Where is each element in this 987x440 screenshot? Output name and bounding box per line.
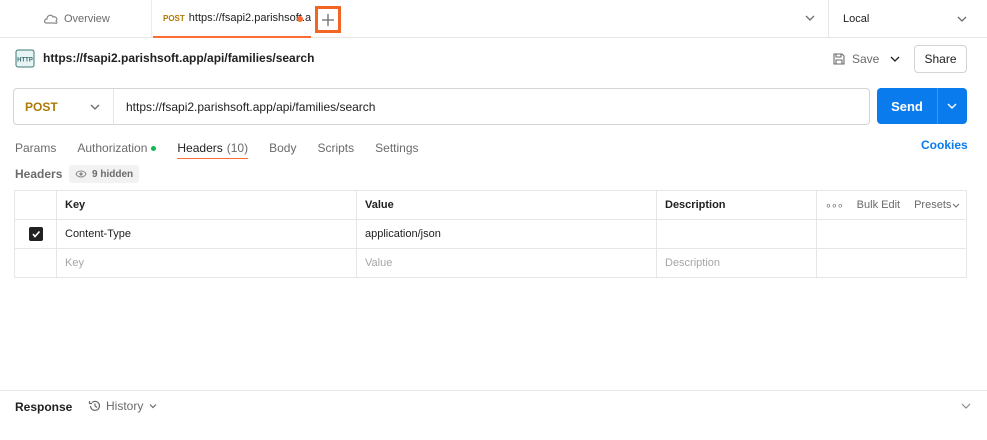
tab-overview[interactable]: Overview <box>0 0 152 38</box>
tab-headers[interactable]: Headers (10) <box>177 137 249 159</box>
environment-select[interactable]: Local <box>828 0 987 38</box>
overview-icon <box>44 14 58 24</box>
row-value-field[interactable]: application/json <box>356 220 656 248</box>
tab-body-label: Body <box>269 141 297 155</box>
history-button[interactable]: History <box>88 399 163 413</box>
row-key-field[interactable]: Content-Type <box>56 220 356 248</box>
row-tools-cell <box>816 220 966 248</box>
tab-settings[interactable]: Settings <box>375 137 418 159</box>
table-row-new: Key Value Description <box>15 249 966 278</box>
tab-method: POST <box>163 13 185 23</box>
hidden-headers-toggle[interactable]: 9 hidden <box>69 165 140 183</box>
presets-button[interactable]: Presets <box>914 199 961 211</box>
response-collapse-chevron-icon[interactable] <box>959 399 973 413</box>
tab-authorization-label: Authorization <box>77 141 148 155</box>
tab-authorization[interactable]: Authorization <box>77 137 157 159</box>
url-bar: POST https://fsapi2.parishsoft.app/api/f… <box>13 88 870 125</box>
unsaved-dot-icon <box>297 16 303 22</box>
response-bar: Response History <box>0 390 987 421</box>
bulk-edit-button[interactable]: Bulk Edit <box>857 199 900 211</box>
table-row: Content-Type application/json <box>15 220 966 249</box>
new-row-check-cell <box>15 249 56 277</box>
headers-section-title: Headers <box>15 167 63 181</box>
tab-body[interactable]: Body <box>269 137 296 159</box>
table-header-row: Key Value Description ∘∘∘ Bulk Edit Pres… <box>15 191 966 220</box>
request-title[interactable]: https://fsapi2.parishsoft.app/api/famili… <box>43 51 314 65</box>
http-icon: HTTP <box>15 49 35 68</box>
headers-table: Key Value Description ∘∘∘ Bulk Edit Pres… <box>14 190 967 278</box>
presets-label: Presets <box>914 199 952 211</box>
svg-text:HTTP: HTTP <box>17 58 33 64</box>
save-button[interactable]: Save <box>832 48 879 70</box>
plus-icon <box>322 13 334 26</box>
method-label: POST <box>25 99 58 114</box>
hidden-headers-label: 9 hidden <box>92 168 134 180</box>
tab-bar: Overview POST https://fsapi2.parishsoft.… <box>0 0 987 38</box>
url-input[interactable]: https://fsapi2.parishsoft.app/api/famili… <box>126 89 375 124</box>
tabs-menu-chevron-icon[interactable] <box>803 11 817 25</box>
new-description-input[interactable]: Description <box>656 249 816 277</box>
save-icon <box>833 53 845 65</box>
header-check-cell <box>15 191 56 219</box>
tab-settings-label: Settings <box>375 141 419 155</box>
tab-request[interactable]: POST https://fsapi2.parishsoft.app/api/f… <box>153 0 311 38</box>
response-label[interactable]: Response <box>15 400 72 414</box>
checkmark-icon <box>31 230 40 238</box>
cookies-link[interactable]: Cookies <box>921 138 968 152</box>
row-check-cell <box>15 220 56 248</box>
auth-status-dot-icon <box>151 145 157 151</box>
environment-label: Local <box>843 13 870 25</box>
send-button[interactable]: Send <box>877 88 967 124</box>
tab-headers-count: (10) <box>226 140 249 155</box>
tab-url: https://fsapi2.parishsoft.app/api/famili… <box>188 12 311 24</box>
new-row-tools-cell <box>816 249 966 277</box>
tab-scripts[interactable]: Scripts <box>317 137 354 159</box>
column-value: Value <box>356 191 656 219</box>
new-tab-button[interactable] <box>315 6 341 33</box>
new-value-input[interactable]: Value <box>356 249 656 277</box>
method-select[interactable]: POST <box>14 89 114 124</box>
row-description-field[interactable] <box>656 220 816 248</box>
eye-icon <box>75 170 87 178</box>
tab-params-label: Params <box>15 141 57 155</box>
save-options-chevron-icon[interactable] <box>888 52 902 66</box>
more-options-icon[interactable]: ∘∘∘ <box>825 199 844 212</box>
request-tabs: Params Authorization Headers (10) Body Sc… <box>15 137 440 159</box>
row-enabled-checkbox[interactable] <box>28 227 43 241</box>
send-divider <box>937 88 938 124</box>
column-key: Key <box>56 191 356 219</box>
history-icon <box>88 400 101 411</box>
chevron-down-icon <box>90 104 100 110</box>
send-options-chevron-icon[interactable] <box>945 99 959 113</box>
table-tools: ∘∘∘ Bulk Edit Presets <box>816 191 966 219</box>
column-description: Description <box>656 191 816 219</box>
tab-headers-label: Headers <box>177 140 223 155</box>
new-key-input[interactable]: Key <box>56 249 356 277</box>
history-label: History <box>106 399 144 413</box>
share-button[interactable]: Share <box>914 45 967 73</box>
tab-params[interactable]: Params <box>15 137 56 159</box>
chevron-down-icon <box>149 404 157 409</box>
tab-overview-label: Overview <box>64 13 110 25</box>
chevron-down-icon <box>957 16 967 22</box>
send-label: Send <box>891 98 923 114</box>
save-label: Save <box>852 52 880 66</box>
chevron-down-icon <box>953 203 960 208</box>
tab-scripts-label: Scripts <box>317 141 355 155</box>
